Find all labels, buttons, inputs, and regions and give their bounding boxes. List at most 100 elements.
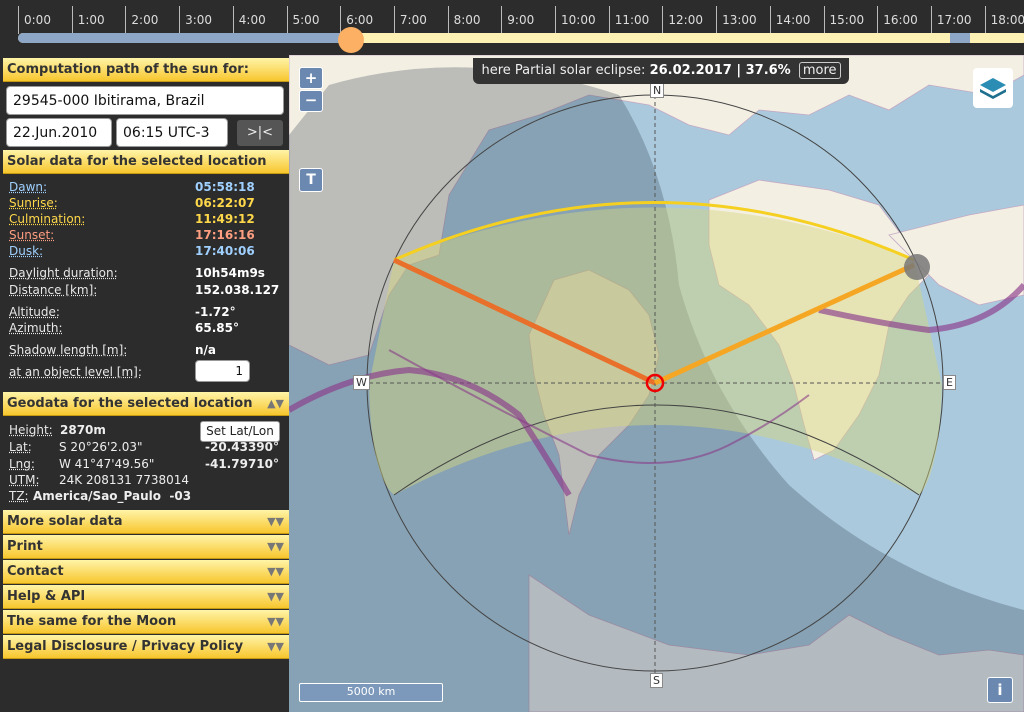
date-input[interactable]: 22.Jun.2010 <box>6 118 112 147</box>
eclipse-more-button[interactable]: more <box>798 62 841 79</box>
timeline-tick: 16:00 <box>877 6 918 34</box>
collapse-icon: ▲▼ <box>267 397 284 410</box>
east-label: E <box>943 375 956 390</box>
timeline-tick-label: 12:00 <box>668 13 703 27</box>
lat-label: Lat: <box>9 440 32 454</box>
timeline-tick: 17:00 <box>930 6 971 34</box>
menu-item-label: The same for the Moon <box>7 614 177 629</box>
lng-label: Lng: <box>9 457 35 471</box>
zoom-in-button[interactable]: + <box>299 67 323 89</box>
night-segment-morning <box>18 33 343 43</box>
west-label: W <box>353 375 370 390</box>
timeline-tick-label: 2:00 <box>131 13 159 27</box>
expand-icon: ▼▼ <box>267 640 284 653</box>
menu-item[interactable]: Legal Disclosure / Privacy Policy ▼▼ <box>3 635 289 659</box>
path-header: Computation path of the sun for: <box>3 58 289 82</box>
timeline-tick: 0:00 <box>18 6 51 34</box>
timeline-tick-label: 8:00 <box>453 13 481 27</box>
timeline-tick: 8:00 <box>447 6 481 34</box>
timeline-tick-label: 1:00 <box>77 13 105 27</box>
solar-row-value: 17:40:06 <box>195 244 255 258</box>
solar-header: Solar data for the selected location <box>3 150 289 174</box>
azimuth-value: 65.85° <box>195 321 239 335</box>
expand-icon: ▼▼ <box>267 565 284 578</box>
sidebar: Computation path of the sun for: 29545-0… <box>0 55 289 712</box>
height-label: Height: <box>9 423 53 437</box>
timeline-tick-label: 7:00 <box>399 13 427 27</box>
info-button[interactable]: i <box>987 677 1013 703</box>
expand-icon: ▼▼ <box>267 540 284 553</box>
expand-icon: ▼▼ <box>267 590 284 603</box>
north-label: N <box>650 83 665 98</box>
object-level-input[interactable]: 1 <box>195 360 250 382</box>
solar-row-label[interactable]: Dawn: <box>9 180 47 194</box>
timeline-tick-label: 0:00 <box>24 13 51 27</box>
map[interactable]: + − T i 5000 km N S E W <box>289 55 1024 712</box>
scale-label: 5000 km <box>346 685 396 698</box>
menu-item-label: Contact <box>7 564 64 579</box>
shadow-value: n/a <box>195 343 217 357</box>
geo-header[interactable]: Geodata for the selected location ▲▼ <box>3 392 289 416</box>
zoom-out-button[interactable]: − <box>299 90 323 112</box>
timeline-tick-label: 4:00 <box>238 13 266 27</box>
daylight-label[interactable]: Daylight duration: <box>9 266 118 280</box>
menu-item[interactable]: The same for the Moon ▼▼ <box>3 610 289 634</box>
utm-value: 24K 208131 7738014 <box>59 473 190 487</box>
solar-row-label[interactable]: Sunset: <box>9 228 54 242</box>
menu-item-label: Print <box>7 539 43 554</box>
south-label: S <box>650 673 663 688</box>
solar-row-value: 11:49:12 <box>195 212 255 226</box>
layers-icon <box>980 78 1006 99</box>
menu-item[interactable]: More solar data ▼▼ <box>3 510 289 534</box>
menu-item-label: More solar data <box>7 514 123 529</box>
height-value: 2870m <box>60 423 106 437</box>
timeline-tick-label: 10:00 <box>561 13 596 27</box>
azimuth-label[interactable]: Azimuth: <box>9 321 63 335</box>
map-canvas[interactable] <box>289 55 1024 712</box>
timeline-tick-label: 17:00 <box>936 13 972 27</box>
time-slider-handle[interactable] <box>338 27 365 53</box>
distance-label[interactable]: Distance [km]: <box>9 283 97 297</box>
set-latlon-button[interactable]: Set Lat/Lon <box>200 421 280 442</box>
daylight-value: 10h54m9s <box>195 266 265 280</box>
timeline-tick: 14:00 <box>769 6 810 34</box>
expand-icon: ▼▼ <box>267 615 284 628</box>
utm-label: UTM: <box>9 473 40 487</box>
timeline-tick: 11:00 <box>608 6 649 34</box>
timeline[interactable]: 0:00 1:00 2:00 3:00 4:00 5:00 6:00 7:00 8:00 9:00… <box>0 0 1024 55</box>
solar-row-label[interactable]: Dusk: <box>9 244 43 258</box>
eclipse-banner-value: 26.02.2017 | 37.6% <box>649 63 791 78</box>
timeline-tick-label: 18:00 <box>990 13 1024 27</box>
location-input[interactable]: 29545-000 Ibitirama, Brazil <box>6 86 284 115</box>
layers-button[interactable] <box>973 68 1013 108</box>
terrain-button[interactable]: T <box>299 168 323 192</box>
expand-icon: ▼▼ <box>267 515 284 528</box>
altitude-label[interactable]: Altitude: <box>9 305 60 319</box>
menu-item[interactable]: Contact ▼▼ <box>3 560 289 584</box>
menu-item[interactable]: Help & API ▼▼ <box>3 585 289 609</box>
solar-row-value: 05:58:18 <box>195 180 255 194</box>
shadow-label[interactable]: Shadow length [m]: <box>9 343 127 357</box>
solar-row-label[interactable]: Culmination: <box>9 212 85 226</box>
eclipse-banner-prefix: here Partial solar eclipse: <box>481 63 646 78</box>
sun-position-marker <box>904 254 930 280</box>
timeline-tick: 5:00 <box>286 6 319 34</box>
altitude-value: -1.72° <box>195 305 236 319</box>
timeline-tick: 13:00 <box>716 6 757 34</box>
solar-row-label[interactable]: Sunrise: <box>9 196 58 210</box>
timeline-track[interactable] <box>18 33 1024 43</box>
timeline-tick-label: 5:00 <box>292 13 320 27</box>
now-button[interactable]: >|< <box>237 120 283 146</box>
time-input[interactable]: 06:15 UTC-3 <box>116 118 228 147</box>
timeline-tick: 7:00 <box>393 6 427 34</box>
timeline-tick-label: 9:00 <box>507 13 535 27</box>
menu-item[interactable]: Print ▼▼ <box>3 535 289 559</box>
timeline-tick: 3:00 <box>179 6 212 34</box>
lat-dms: S 20°26'2.03" <box>59 440 143 454</box>
timeline-tick-label: 16:00 <box>883 13 918 27</box>
object-level-label[interactable]: at an object level [m]: <box>9 365 142 379</box>
menu-item-label: Help & API <box>7 589 86 604</box>
tz-label: TZ: <box>9 489 29 503</box>
tz-value: America/Sao_Paulo -03 <box>33 489 192 503</box>
distance-value: 152.038.127 <box>195 283 280 297</box>
